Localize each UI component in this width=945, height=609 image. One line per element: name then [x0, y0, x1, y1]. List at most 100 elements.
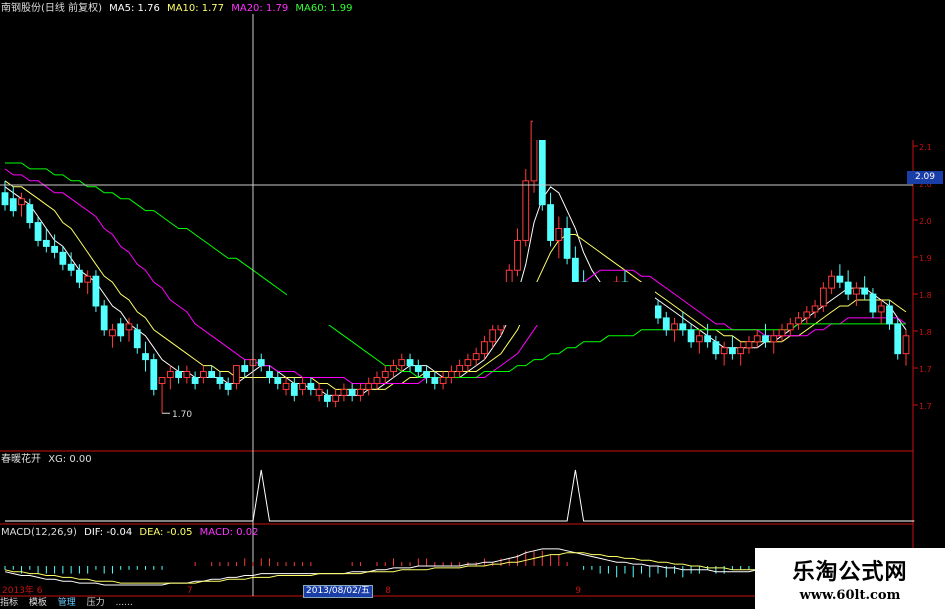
candle-body — [770, 335, 778, 343]
candle-body — [555, 228, 563, 241]
candle-body — [266, 371, 273, 378]
candle-body — [150, 359, 158, 390]
candle-body — [357, 388, 364, 396]
candle-body — [67, 263, 75, 271]
candle-body — [34, 222, 42, 241]
candle-body — [323, 394, 331, 402]
tab-more[interactable]: ...... — [116, 598, 133, 608]
candle-body — [109, 329, 116, 337]
ma10-label: MA10: 1.77 — [167, 3, 225, 14]
candle-body — [712, 341, 720, 355]
candle-body — [381, 371, 389, 378]
y-axis-tick-label: 1.7 — [919, 402, 932, 411]
watermark: 乐淘公式网 www.60lt.com — [755, 548, 945, 609]
candle-body — [290, 382, 298, 396]
candle-body — [753, 335, 761, 343]
candle-body — [332, 394, 340, 402]
ma5-label: MA5: 1.76 — [109, 3, 160, 14]
candle-body — [886, 305, 893, 325]
candle-body — [861, 287, 869, 295]
indicator-value: XG: 0.00 — [48, 454, 92, 465]
candle-body — [340, 388, 348, 396]
candle-body — [902, 335, 910, 355]
candle-body — [390, 365, 397, 373]
candle-body — [183, 371, 191, 378]
candle-body — [679, 323, 687, 331]
x-axis-month-label: 8 — [385, 586, 391, 596]
candle-body — [786, 323, 794, 331]
candle-body — [208, 371, 216, 378]
candle-body — [811, 305, 819, 313]
candle-body — [803, 311, 811, 319]
candle-body — [563, 228, 571, 259]
tab-indicator[interactable]: 指标 — [0, 598, 18, 608]
candle-body — [315, 388, 323, 396]
candle-body — [373, 376, 381, 384]
ma60-label: MA60: 1.99 — [295, 3, 353, 14]
candle-body — [481, 341, 488, 355]
candle-body — [191, 376, 199, 384]
candle-body — [199, 371, 207, 378]
candle-body — [547, 204, 554, 241]
candle-body — [522, 180, 530, 241]
candle-body — [456, 365, 464, 373]
candle-body — [671, 323, 678, 331]
candle-body — [348, 388, 356, 396]
candle-body — [406, 359, 414, 367]
candle-body — [894, 323, 902, 355]
candle-body — [216, 376, 224, 384]
redaction-block-top — [533, 0, 945, 140]
macd-header: MACD(12,26,9) DIF: -0.04 DEA: -0.05 MACD… — [1, 527, 262, 539]
candle-body — [447, 371, 455, 378]
candle-body — [92, 275, 100, 307]
candle-body — [869, 293, 877, 313]
candle-body — [76, 269, 83, 283]
candle-body — [720, 347, 728, 355]
tab-pressure[interactable]: 压力 — [87, 598, 105, 608]
tab-template[interactable]: 模板 — [29, 598, 47, 608]
candle-body — [233, 365, 240, 384]
candle-body — [704, 335, 712, 343]
candle-body — [844, 281, 852, 295]
candle-body — [274, 376, 282, 384]
dea-label: DEA: -0.05 — [139, 527, 193, 538]
xg-line — [5, 469, 915, 522]
candle-body — [695, 335, 703, 343]
indicator-title: 春暖花开 — [1, 454, 41, 465]
candle-body — [158, 376, 166, 384]
dif-label: DIF: -0.04 — [84, 527, 133, 538]
crosshair-date-label: 2013/08/02/五 — [303, 585, 373, 598]
candle-body — [42, 239, 50, 247]
candle-body — [282, 382, 290, 390]
macd-title: MACD(12,26,9) — [1, 527, 77, 538]
candle-body — [51, 245, 58, 253]
low-price-label: 1.70 — [172, 410, 192, 420]
candle-body — [175, 371, 182, 378]
candle-body — [26, 204, 34, 224]
stock-title: 南钢股份(日线 前复权) — [1, 3, 102, 14]
y-axis-tick-label: 2.1 — [919, 143, 932, 152]
tab-manage[interactable]: 管理 — [58, 598, 76, 608]
candle-body — [299, 382, 306, 390]
candle-body — [439, 376, 447, 384]
candle-body — [472, 353, 480, 361]
candle-body — [877, 305, 885, 313]
candle-body — [133, 329, 141, 349]
bottom-tab-bar: 指标 模板 管理 压力 ...... — [0, 598, 760, 609]
y-axis-tick-label: 2.0 — [919, 217, 932, 226]
watermark-url: www.60lt.com — [799, 588, 901, 603]
candle-body — [117, 323, 125, 337]
candle-body — [59, 251, 67, 265]
candle-body — [836, 275, 844, 283]
ma20-line — [4, 168, 907, 384]
x-axis-month-label: 7 — [187, 586, 193, 596]
indicator-header: 春暖花开 XG: 0.00 — [1, 454, 96, 466]
candle-body — [398, 359, 406, 367]
candle-body — [662, 317, 670, 331]
watermark-title: 乐淘公式网 — [792, 559, 908, 585]
y-axis-tick-label: 1.7 — [919, 365, 932, 374]
candle-body — [224, 382, 232, 390]
crosshair-price-label: 2.09 — [907, 171, 943, 184]
y-axis-tick-label: 1.9 — [919, 254, 932, 263]
y-axis-tick-label: 1.8 — [919, 328, 932, 337]
